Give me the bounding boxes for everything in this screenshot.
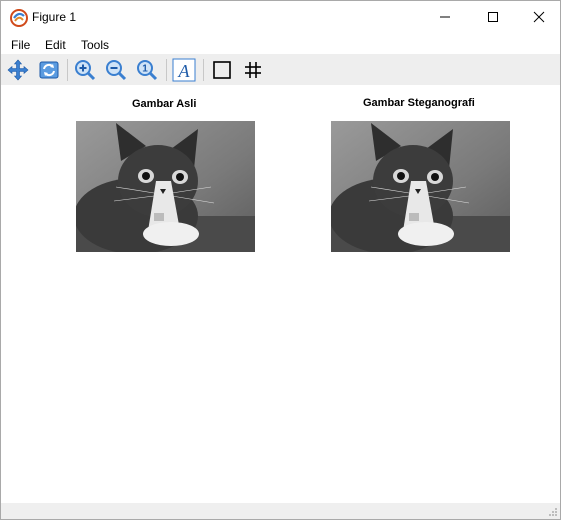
maximize-icon (488, 12, 498, 22)
pan-icon (7, 59, 29, 81)
zoom-reset-icon: 1 (137, 60, 158, 81)
svg-text:1: 1 (142, 64, 148, 75)
status-bar (1, 503, 560, 519)
maximize-button[interactable] (470, 1, 516, 33)
menu-edit[interactable]: Edit (45, 38, 66, 52)
figure-window: Figure 1 File Edit Tools 1 A Gambar Asli… (0, 0, 561, 520)
figure-canvas[interactable]: Gambar Asli Gambar Steganografi (1, 85, 560, 503)
rotate-icon (39, 61, 59, 79)
resize-grip-icon[interactable] (548, 507, 558, 517)
menu-tools[interactable]: Tools (81, 38, 109, 52)
toolbar-separator (203, 59, 204, 81)
menu-bar: File Edit Tools (1, 34, 560, 54)
axes-title-original: Gambar Asli (132, 98, 197, 110)
toolbar-separator (67, 59, 68, 81)
box-icon (213, 61, 231, 79)
close-button[interactable] (516, 1, 560, 33)
minimize-button[interactable] (422, 1, 468, 33)
grid-icon (245, 62, 261, 78)
box-button[interactable] (209, 57, 235, 83)
rotate-button[interactable] (36, 57, 62, 83)
minimize-icon (440, 16, 450, 18)
close-icon (533, 11, 545, 23)
zoom-in-button[interactable] (72, 57, 98, 83)
insert-text-button[interactable]: A (171, 57, 197, 83)
svg-text:A: A (178, 61, 191, 81)
title-bar[interactable]: Figure 1 (1, 1, 560, 33)
zoom-in-icon (75, 60, 96, 81)
zoom-reset-button[interactable]: 1 (134, 57, 160, 83)
grid-button[interactable] (240, 57, 266, 83)
menu-file[interactable]: File (11, 38, 30, 52)
stego-image (331, 121, 510, 252)
toolbar: 1 A (1, 54, 560, 85)
axes-title-stego: Gambar Steganografi (363, 97, 475, 109)
zoom-out-icon (106, 60, 127, 81)
insert-text-icon: A (172, 58, 196, 82)
toolbar-separator (166, 59, 167, 81)
pan-button[interactable] (5, 57, 31, 83)
app-icon (10, 9, 28, 27)
window-title: Figure 1 (32, 10, 77, 24)
zoom-out-button[interactable] (103, 57, 129, 83)
original-image (76, 121, 255, 252)
